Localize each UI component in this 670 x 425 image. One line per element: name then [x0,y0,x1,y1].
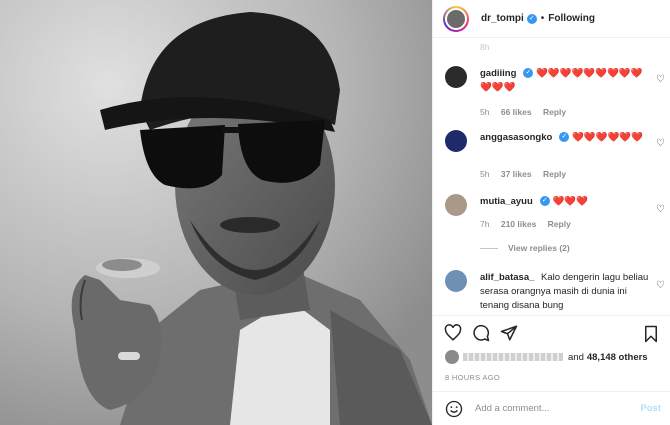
comment-username[interactable]: gadiiing [480,68,516,79]
author-avatar[interactable] [443,5,469,32]
comment-username[interactable]: anggasasongko [480,132,552,143]
comment-likes[interactable]: 37 likes [501,169,532,179]
commenter-avatar[interactable] [445,194,467,216]
commenter-avatar[interactable] [445,270,467,292]
comment-input[interactable] [475,403,625,414]
post-comment-button[interactable]: Post [640,403,661,414]
liker-username-blurred [463,353,563,361]
following-button[interactable]: Following [548,13,595,24]
share-icon [500,325,518,340]
comment-time: 5h [480,107,490,117]
commenter-avatar[interactable] [445,66,467,88]
view-replies-button[interactable]: View replies (2) [480,243,570,253]
comment-time: 5h [480,169,490,179]
comment-likes[interactable]: 66 likes [501,107,532,117]
heart-icon [444,323,462,341]
comment-like-heart-icon[interactable]: ♡ [656,74,665,85]
reply-button[interactable]: Reply [543,107,566,117]
post-timestamp: 8 HOURS AGO [445,373,500,382]
comment-time: 7h [480,219,490,229]
comment-username[interactable]: alif_batasa_ [480,272,534,283]
comment-item: alif_batasa_ Kalo dengerin lagu beliau s… [433,270,670,315]
comment-button[interactable] [471,323,491,343]
emoji-icon[interactable] [445,400,463,418]
reply-button[interactable]: Reply [548,219,571,229]
like-button[interactable] [443,323,463,343]
comment-text: ❤️❤️❤️ [552,196,588,207]
comment-username[interactable]: mutia_ayuu [480,196,533,207]
comment-like-heart-icon[interactable]: ♡ [656,204,665,215]
comment-icon [473,324,490,341]
verified-badge-icon: ✓ [526,13,537,24]
comment-meta: 5h 66 likes Reply [480,107,575,117]
header-separator: • [540,13,545,24]
comment-like-heart-icon[interactable]: ♡ [656,138,665,149]
comment-likes[interactable]: 210 likes [501,219,536,229]
comment-meta: 7h 210 likes Reply [480,219,580,229]
liker-avatar [445,350,459,364]
likes-summary[interactable]: and 48,148 others [445,350,648,364]
verified-badge-icon: ✓ [539,196,550,207]
view-replies-label: View replies (2) [508,243,570,253]
bookmark-icon [645,325,657,343]
comment-meta: 5h 37 likes Reply [480,169,575,179]
faded-comment-time: 8h [480,42,490,52]
portrait-image [0,0,432,425]
reply-button[interactable]: Reply [543,169,566,179]
post-actions-bar [433,315,670,349]
post-photo[interactable] [0,0,432,425]
comments-list[interactable]: 8h gadiiing ✓ ❤️❤️❤️❤️❤️❤️❤️❤️❤️❤️❤️❤️ 5h… [433,38,670,315]
commenter-avatar[interactable] [445,130,467,152]
post-header: dr_tompi ✓ • Following [433,0,670,38]
add-comment-bar: Post [433,391,670,425]
comment-item: mutia_ayuu ✓ ❤️❤️❤️ 7h 210 likes Reply Vi… [433,194,670,266]
verified-badge-icon: ✓ [523,68,534,79]
post-sidebar: dr_tompi ✓ • Following 8h gadiiing ✓ ❤️❤️… [432,0,670,425]
likes-count[interactable]: 48,148 others [587,352,648,363]
replies-divider [480,247,498,249]
author-username[interactable]: dr_tompi [481,13,524,24]
verified-badge-icon: ✓ [559,132,570,143]
comment-text: ❤️❤️❤️❤️❤️❤️ [571,132,643,143]
comment-item: gadiiing ✓ ❤️❤️❤️❤️❤️❤️❤️❤️❤️❤️❤️❤️ 5h 66… [433,66,670,126]
save-button[interactable] [643,325,659,345]
share-button[interactable] [499,323,519,343]
likes-and-label: and [568,351,584,363]
comment-like-heart-icon[interactable]: ♡ [656,280,665,291]
comment-item: anggasasongko ✓ ❤️❤️❤️❤️❤️❤️ 5h 37 likes … [433,130,670,190]
